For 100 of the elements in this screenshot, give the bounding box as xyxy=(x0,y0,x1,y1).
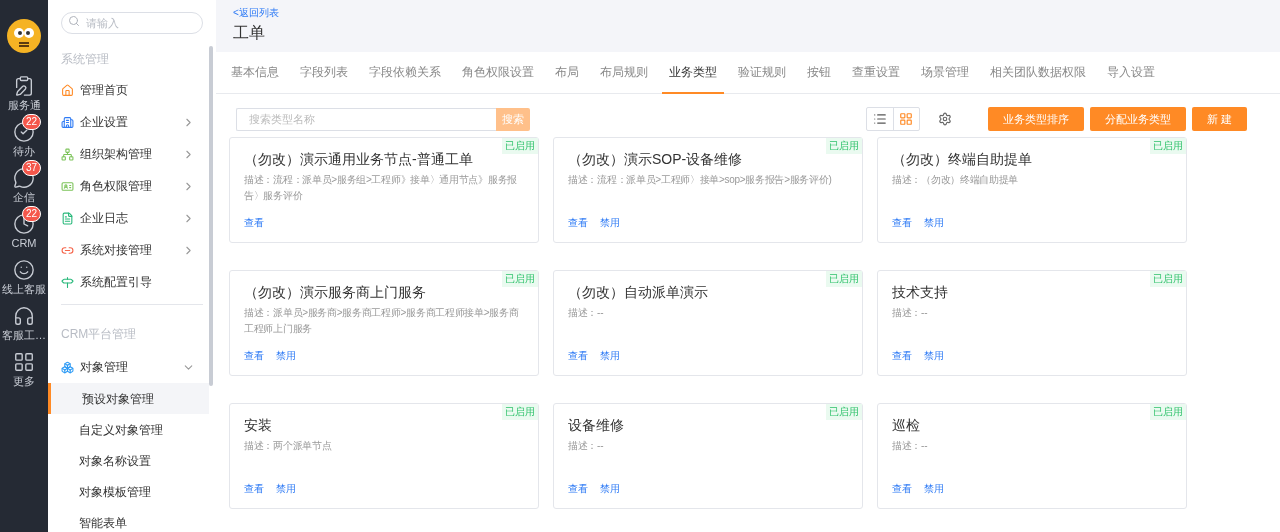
card-description: 描述：（勿改）终端自助提单 xyxy=(892,173,1020,187)
sub-nav-item[interactable]: 智能表单 xyxy=(48,507,209,532)
section-title: CRM平台管理 xyxy=(61,326,138,343)
card-title: 技术支持 xyxy=(892,283,949,302)
card-description: 描述：-- xyxy=(892,306,929,320)
back-link[interactable]: <返回列表 xyxy=(233,6,1263,20)
clipboard-icon xyxy=(13,75,35,97)
count-badge: 22 xyxy=(22,206,42,222)
card-title: （勿改）演示服务商上门服务 xyxy=(244,283,427,302)
tab[interactable]: 场景管理 xyxy=(920,52,970,94)
card-title: （勿改）终端自助提单 xyxy=(892,150,1033,169)
tab[interactable]: 字段列表 xyxy=(299,52,349,94)
list-icon xyxy=(872,112,887,126)
card-link[interactable]: 禁用 xyxy=(276,349,296,363)
card-title: 巡检 xyxy=(892,416,921,435)
card-link[interactable]: 禁用 xyxy=(600,216,620,230)
rail-item[interactable]: 线上客服 xyxy=(0,251,48,296)
id-card-icon xyxy=(61,179,74,193)
card-link[interactable]: 查看 xyxy=(568,216,588,230)
rail-item[interactable]: CRM 22 xyxy=(0,205,48,250)
tab[interactable]: 基本信息 xyxy=(230,52,280,94)
nav-item[interactable]: 对象管理 xyxy=(61,351,203,383)
status-tag: 已启用 xyxy=(1150,271,1186,287)
tab[interactable]: 按钮 xyxy=(806,52,832,94)
card-link[interactable]: 查看 xyxy=(892,482,912,496)
tab[interactable]: 相关团队数据权限 xyxy=(989,52,1087,94)
card-title: 设备维修 xyxy=(568,416,625,435)
tab[interactable]: 布局 xyxy=(554,52,580,94)
sub-nav-item[interactable]: 自定义对象管理 xyxy=(48,414,209,445)
sub-nav-item[interactable]: 对象名称设置 xyxy=(48,445,209,476)
search-icon xyxy=(68,15,80,27)
rail-item[interactable]: 更多 xyxy=(0,343,48,388)
card-link[interactable]: 查看 xyxy=(244,482,264,496)
tab[interactable]: 查重设置 xyxy=(851,52,901,94)
card-link[interactable]: 禁用 xyxy=(924,349,944,363)
nav-item[interactable]: 企业设置 xyxy=(61,106,203,138)
card-description: 描述：两个派单节点 xyxy=(244,439,333,453)
card-link[interactable]: 查看 xyxy=(892,216,912,230)
card-link[interactable]: 禁用 xyxy=(924,482,944,496)
org-chart-icon xyxy=(61,147,74,161)
mascot-logo xyxy=(7,19,41,53)
nav-item[interactable]: 企业日志 xyxy=(61,202,203,234)
card-link[interactable]: 查看 xyxy=(244,216,264,230)
tab[interactable]: 字段依赖关系 xyxy=(368,52,442,94)
document-icon xyxy=(61,211,74,225)
tab[interactable]: 验证规则 xyxy=(737,52,787,94)
sub-nav-item[interactable]: 对象模板管理 xyxy=(48,476,209,507)
card-description: 描述：流程：派单员>工程师〉接单>sop>服务报告>服务评价) xyxy=(568,173,833,187)
status-tag: 已启用 xyxy=(502,271,538,287)
card-link[interactable]: 禁用 xyxy=(600,482,620,496)
tab[interactable]: 业务类型 xyxy=(662,52,724,94)
smiley-icon xyxy=(13,259,35,281)
card-description: 描述：流程：派单员>服务组>工程师》接单〉通用节点》服务报告〉服务评价 xyxy=(244,173,518,203)
tab[interactable]: 布局规则 xyxy=(599,52,649,94)
card-link[interactable]: 查看 xyxy=(244,349,264,363)
signpost-icon xyxy=(61,275,74,289)
settings-icon[interactable] xyxy=(937,112,952,126)
tab[interactable]: 导入设置 xyxy=(1106,52,1156,94)
rail-item[interactable]: 待办 22 xyxy=(0,113,48,158)
rail-item[interactable]: 企信 37 xyxy=(0,159,48,204)
nav-item[interactable]: 系统对接管理 xyxy=(61,234,203,266)
rail-item[interactable]: 客服工… xyxy=(0,297,48,342)
rail-item[interactable]: 服务通 xyxy=(0,67,48,112)
card-title: 安装 xyxy=(244,416,273,435)
search-field[interactable]: 请输入 xyxy=(61,12,203,34)
card-description: 描述：-- xyxy=(568,439,605,453)
status-tag: 已启用 xyxy=(1150,138,1186,154)
nav-item[interactable]: 组织架构管理 xyxy=(61,138,203,170)
card-link[interactable]: 查看 xyxy=(568,482,588,496)
nav-item[interactable]: 角色权限管理 xyxy=(61,170,203,202)
cube-icon xyxy=(61,360,74,374)
card-link[interactable]: 禁用 xyxy=(924,216,944,230)
action-button[interactable]: 业务类型排序 xyxy=(987,107,1084,131)
card-title: （勿改）自动派单演示 xyxy=(568,283,709,302)
status-tag: 已启用 xyxy=(502,404,538,420)
type-search-field[interactable]: 搜索类型名称 xyxy=(236,107,496,131)
card-link[interactable]: 禁用 xyxy=(276,482,296,496)
card-description: 描述：-- xyxy=(892,439,929,453)
count-badge: 37 xyxy=(22,160,42,176)
count-badge: 22 xyxy=(22,114,42,130)
section-title: 系统管理 xyxy=(61,51,110,68)
status-tag: 已启用 xyxy=(1150,404,1186,420)
card-description: 描述：-- xyxy=(568,306,605,320)
action-button[interactable]: 新 建 xyxy=(1191,107,1247,131)
status-tag: 已启用 xyxy=(826,271,862,287)
status-tag: 已启用 xyxy=(826,138,862,154)
nav-item[interactable]: 系统配置引导 xyxy=(61,266,203,298)
action-button[interactable]: 分配业务类型 xyxy=(1089,107,1186,131)
card-description: 描述：派单员>服务商>服务商工程师>服务商工程师接单>服务商工程师上门服务 xyxy=(244,306,520,336)
card-link[interactable]: 禁用 xyxy=(600,349,620,363)
home-icon xyxy=(61,83,74,97)
tab[interactable]: 角色权限设置 xyxy=(461,52,535,94)
sub-nav-item[interactable]: 预设对象管理 xyxy=(48,383,209,414)
grid-icon xyxy=(13,351,35,373)
grid-icon xyxy=(899,112,914,126)
card-link[interactable]: 查看 xyxy=(892,349,912,363)
page-title: 工单 xyxy=(233,23,266,43)
nav-item[interactable]: 管理首页 xyxy=(61,74,203,106)
building-icon xyxy=(61,115,74,129)
card-link[interactable]: 查看 xyxy=(568,349,588,363)
